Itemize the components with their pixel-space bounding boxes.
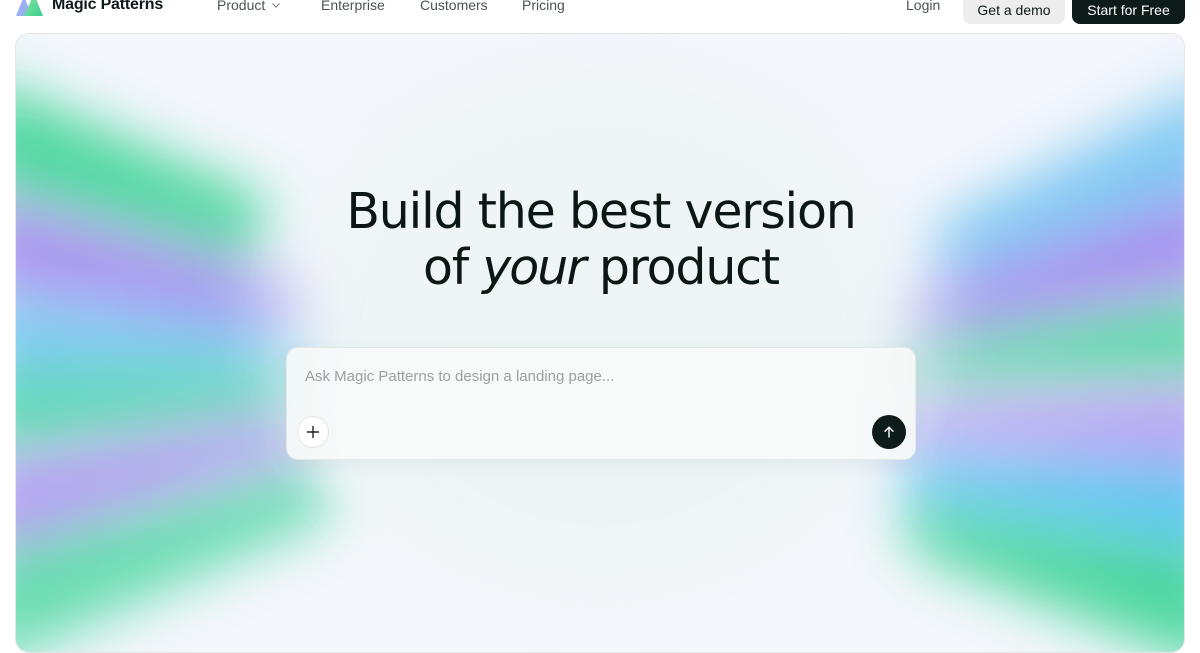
prompt-input[interactable]: [303, 364, 893, 388]
magic-patterns-logo-icon: [16, 0, 43, 16]
headline-line-2: of your product: [16, 239, 1184, 296]
hero-card: Build the best version of your product: [15, 33, 1185, 653]
brand-logo[interactable]: Magic Patterns: [14, 0, 163, 18]
nav-customers[interactable]: Customers: [420, 0, 488, 13]
arrow-up-icon: [884, 426, 894, 438]
headline-your: your: [482, 239, 586, 296]
nav-enterprise-label: Enterprise: [321, 0, 385, 13]
get-demo-button[interactable]: Get a demo: [963, 0, 1065, 24]
nav-product[interactable]: Product: [217, 0, 281, 13]
chevron-down-icon: [272, 3, 281, 8]
attach-button[interactable]: [297, 416, 329, 448]
headline-line-1: Build the best version: [346, 183, 856, 240]
nav-product-label: Product: [217, 0, 266, 13]
nav-enterprise[interactable]: Enterprise: [321, 0, 385, 13]
headline-product: product: [598, 239, 780, 296]
nav-pricing[interactable]: Pricing: [522, 0, 565, 13]
headline-of: of: [423, 239, 469, 296]
plus-icon: [306, 425, 320, 439]
nav-pricing-label: Pricing: [522, 0, 565, 13]
prompt-box: [286, 347, 916, 460]
login-link[interactable]: Login: [906, 0, 940, 13]
start-free-button[interactable]: Start for Free: [1072, 0, 1185, 24]
hero-gradient-background: [16, 34, 1184, 652]
top-nav: Magic Patterns Product Enterprise Custom…: [0, 0, 1200, 28]
nav-customers-label: Customers: [420, 0, 488, 13]
brand-name: Magic Patterns: [52, 0, 164, 13]
hero-headline: Build the best version of your product: [16, 183, 1184, 296]
send-button[interactable]: [872, 415, 906, 449]
